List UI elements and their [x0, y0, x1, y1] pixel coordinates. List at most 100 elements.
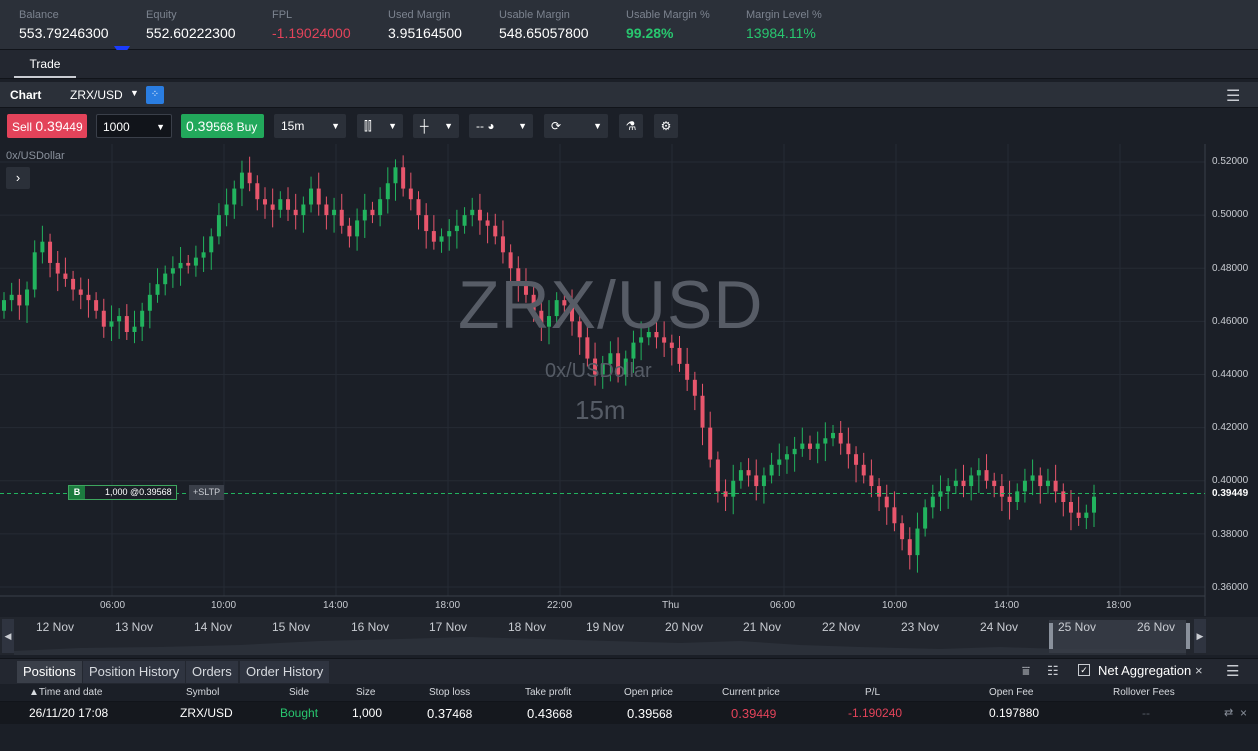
candle: [761, 467, 766, 504]
candle: [723, 479, 728, 512]
candle: [462, 207, 467, 234]
candle: [424, 203, 429, 249]
sltp-button[interactable]: +SLTP: [189, 485, 225, 500]
candle: [286, 187, 291, 221]
candle: [86, 278, 91, 318]
cell-pl: -1.190240: [848, 706, 903, 720]
link-icon[interactable]: ⁘: [146, 86, 164, 104]
hamburger-menu-icon[interactable]: ☰: [1226, 86, 1240, 106]
candle: [2, 292, 6, 319]
expand-panel-button[interactable]: ›: [6, 167, 30, 189]
crosshair-select[interactable]: ┼ ▼: [413, 114, 459, 138]
stat-balance: Balance 553.79246300: [19, 9, 109, 41]
candle: [877, 478, 882, 512]
refresh-icon: ⟳: [551, 119, 562, 133]
buy-button[interactable]: 0.39568 Buy: [181, 114, 264, 138]
candle: [953, 468, 958, 495]
cell-side: Bought: [280, 706, 319, 720]
y-tick-label: 0.48000: [1212, 263, 1249, 274]
x-tick-label: 06:00: [770, 600, 796, 611]
close-icon[interactable]: ×: [1195, 663, 1203, 678]
candle: [1084, 504, 1089, 530]
stat-value: 548.65057800: [499, 25, 589, 41]
candle: [9, 282, 14, 312]
stat-value: 99.28%: [626, 25, 674, 41]
navigator-scroll-right-icon[interactable]: ▶: [1194, 619, 1206, 653]
y-tick-label: 0.42000: [1212, 422, 1249, 433]
column-header-rollover-fees[interactable]: Rollover Fees: [1113, 687, 1175, 698]
indicators-button[interactable]: ⚗: [619, 114, 643, 138]
column-header-pl[interactable]: P/L: [865, 687, 880, 698]
candle: [186, 254, 191, 274]
x-tick-label: 22:00: [547, 600, 573, 611]
column-header-take-profit[interactable]: Take profit: [525, 687, 571, 698]
candle: [170, 256, 175, 288]
column-header-open-fee[interactable]: Open Fee: [989, 687, 1033, 698]
position-marker[interactable]: B 1,000 @0.39568: [68, 485, 177, 500]
stat-label: Used Margin: [388, 9, 451, 21]
cur-big: 0.39: [731, 706, 757, 721]
tab-orders[interactable]: Orders: [186, 661, 238, 683]
tab-order-history[interactable]: Order History: [240, 661, 330, 683]
cell-stop-loss[interactable]: 0.37468: [427, 706, 472, 721]
column-header-side[interactable]: Side: [289, 687, 309, 698]
stat-used-margin: Used Margin 3.95164500: [388, 9, 462, 41]
candle: [362, 193, 367, 238]
chart-type-select[interactable]: ⫿⫿ ▼: [357, 114, 403, 138]
tab-position-history[interactable]: Position History: [83, 661, 186, 683]
refresh-select[interactable]: ⟳ ▼: [544, 114, 608, 138]
cell-current-price: 0.39449: [731, 706, 776, 721]
nav-date-label: 20 Nov: [665, 620, 704, 634]
table-row[interactable]: 26/11/20 17:08 ZRX/USD Bought 1,000 0.37…: [0, 702, 1258, 724]
symbol-selector[interactable]: ZRX/USD: [70, 88, 123, 102]
crosshair-icon: ┼: [420, 119, 429, 133]
y-tick-label: 0.36000: [1212, 582, 1249, 593]
tp-small: 668: [552, 707, 573, 721]
watermark-timeframe: 15m: [575, 395, 626, 425]
candle: [1030, 459, 1035, 496]
chevron-down-icon[interactable]: ▼: [130, 88, 139, 98]
nav-date-label: 14 Nov: [194, 620, 233, 634]
nav-date-label: 17 Nov: [429, 620, 468, 634]
tab-positions[interactable]: Positions: [17, 661, 82, 683]
sell-button[interactable]: Sell 0.39449: [7, 114, 87, 138]
hamburger-menu-icon[interactable]: ☰: [1226, 662, 1239, 680]
y-tick-label: 0.40000: [1212, 475, 1249, 486]
settings-button[interactable]: ⚙: [654, 114, 678, 138]
candle: [301, 196, 306, 233]
column-header-current-price[interactable]: Current price: [722, 687, 780, 698]
sl-small: 468: [452, 707, 473, 721]
sort-icon[interactable]: ⩸: [1022, 663, 1030, 679]
candle: [439, 228, 444, 253]
chevron-down-icon: ▼: [331, 121, 340, 131]
column-header-open-price[interactable]: Open price: [624, 687, 673, 698]
column-header-time[interactable]: ▲Time and date: [29, 687, 102, 698]
column-header-stop-loss[interactable]: Stop loss: [429, 687, 470, 698]
edit-icon[interactable]: ⇄: [1224, 706, 1233, 719]
navigator-scroll-left-icon[interactable]: ◀: [2, 619, 14, 653]
quantity-select[interactable]: 1000 ▼: [96, 114, 172, 138]
timeframe-select[interactable]: 15m ▼: [274, 114, 346, 138]
candle: [117, 308, 122, 339]
net-aggregation-checkbox[interactable]: ✓: [1078, 664, 1090, 676]
column-header-size[interactable]: Size: [356, 687, 375, 698]
time-navigator[interactable]: ◀ ▶ 12 Nov 13 Nov 14 Nov 15 Nov 16 Nov 1…: [0, 617, 1258, 655]
column-header-symbol[interactable]: Symbol: [186, 687, 219, 698]
positions-table-header: ▲Time and date Symbol Side Size Stop los…: [0, 684, 1258, 702]
cell-take-profit[interactable]: 0.43668: [527, 706, 572, 721]
buy-price-small: 568: [213, 120, 234, 134]
candle: [224, 188, 229, 227]
candle: [178, 247, 183, 286]
close-position-icon[interactable]: ×: [1240, 706, 1247, 720]
candle: [454, 209, 459, 249]
nav-date-label: 12 Nov: [36, 620, 75, 634]
chart-title: Chart: [10, 88, 42, 102]
column-header-label: Time and date: [38, 687, 103, 698]
watermark-name: 0x/USDollar: [545, 360, 652, 382]
candle: [78, 277, 83, 310]
candle: [777, 443, 782, 476]
list-icon[interactable]: ☷: [1047, 663, 1059, 679]
candle: [25, 281, 30, 323]
tab-trade[interactable]: Trade: [14, 52, 76, 78]
clock-select[interactable]: -- ◕ ▼: [469, 114, 533, 138]
